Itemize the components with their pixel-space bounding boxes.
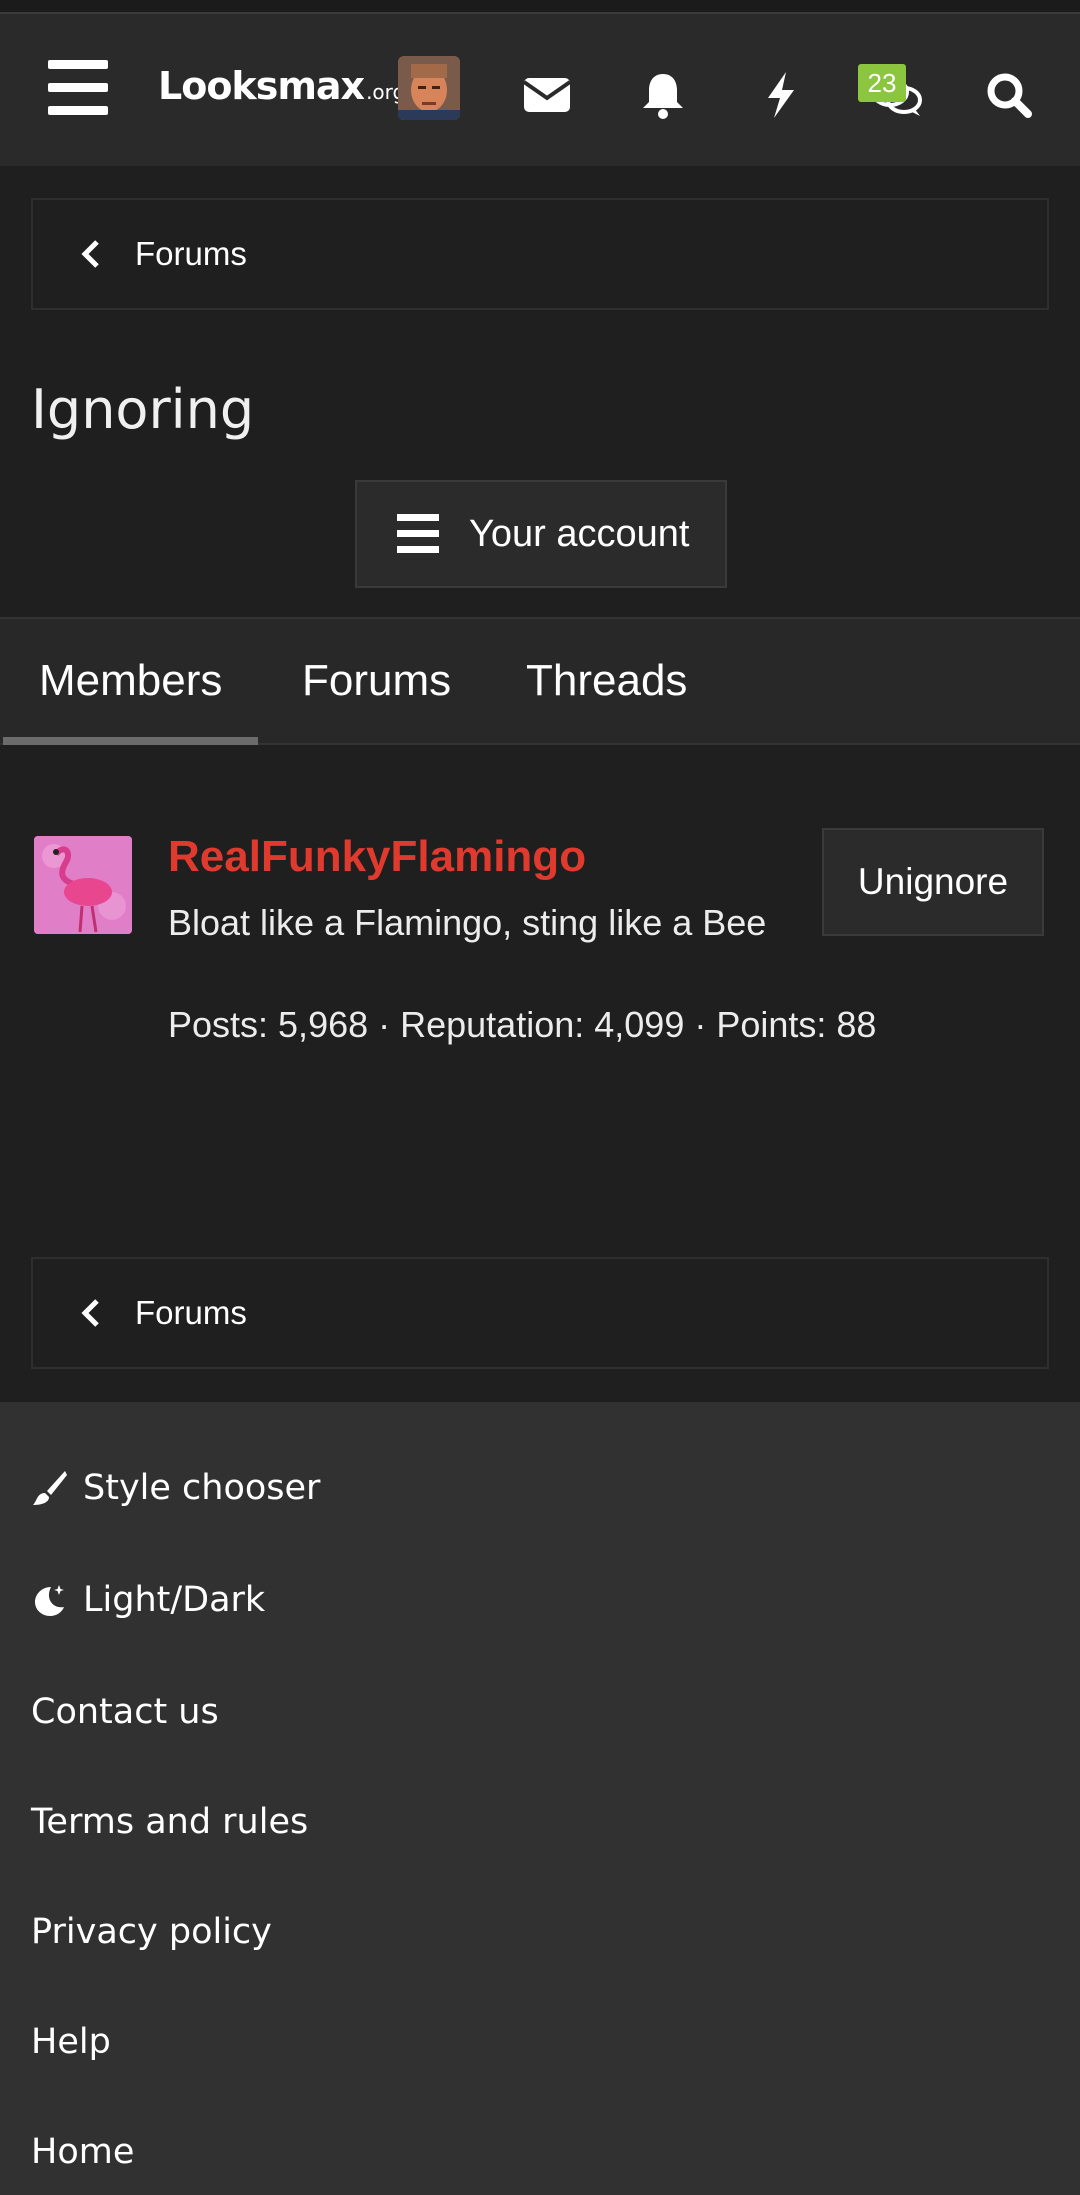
breadcrumb-bottom[interactable]: Forums bbox=[31, 1257, 1049, 1369]
style-chooser-link[interactable]: Style chooser bbox=[31, 1468, 320, 1508]
tab-forums[interactable]: Forums bbox=[302, 619, 451, 743]
chevron-left-icon bbox=[81, 1299, 99, 1327]
terms-and-rules-link[interactable]: Terms and rules bbox=[31, 1802, 308, 1842]
member-username[interactable]: RealFunkyFlamingo bbox=[168, 832, 586, 882]
breadcrumb-label: Forums bbox=[135, 1294, 247, 1331]
tab-threads[interactable]: Threads bbox=[526, 619, 687, 743]
member-bio: Bloat like a Flamingo, sting like a Bee bbox=[168, 902, 767, 943]
tab-members[interactable]: Members bbox=[2, 619, 259, 745]
site-footer: Style chooser Light/Dark Contact us Term… bbox=[0, 1402, 1080, 2195]
top-border bbox=[0, 0, 1080, 14]
home-link[interactable]: Home bbox=[31, 2132, 134, 2172]
tab-bar: Members Forums Threads bbox=[0, 617, 1080, 745]
light-dark-label: Light/Dark bbox=[83, 1580, 266, 1620]
user-avatar[interactable] bbox=[398, 56, 460, 120]
chat-badge[interactable]: 23 bbox=[858, 64, 906, 102]
member-stats: Posts: 5,968 · Reputation: 4,099 · Point… bbox=[168, 1004, 877, 1045]
envelope-icon[interactable] bbox=[522, 70, 572, 120]
search-icon[interactable] bbox=[984, 70, 1034, 120]
member-avatar[interactable] bbox=[34, 836, 132, 934]
menu-icon[interactable] bbox=[48, 60, 108, 116]
help-link[interactable]: Help bbox=[31, 2022, 111, 2062]
contact-us-link[interactable]: Contact us bbox=[31, 1692, 219, 1732]
site-header: Looksmax .org 23 bbox=[0, 14, 1080, 166]
paintbrush-icon bbox=[33, 1471, 67, 1505]
bell-icon[interactable] bbox=[638, 70, 688, 120]
page-title: Ignoring bbox=[31, 378, 255, 441]
menu-icon bbox=[397, 514, 439, 554]
site-logo[interactable]: Looksmax .org bbox=[158, 64, 405, 114]
moon-stars-icon bbox=[35, 1585, 64, 1616]
breadcrumb-label: Forums bbox=[135, 235, 247, 272]
chevron-left-icon bbox=[81, 240, 99, 268]
privacy-policy-link[interactable]: Privacy policy bbox=[31, 1912, 272, 1952]
your-account-button[interactable]: Your account bbox=[355, 480, 727, 588]
breadcrumb-top[interactable]: Forums bbox=[31, 198, 1049, 310]
light-dark-toggle[interactable]: Light/Dark bbox=[31, 1580, 265, 1620]
your-account-label: Your account bbox=[469, 512, 690, 555]
unignore-button[interactable]: Unignore bbox=[822, 828, 1044, 936]
style-chooser-label: Style chooser bbox=[83, 1468, 321, 1508]
logo-main-text: Looksmax bbox=[158, 64, 365, 108]
bolt-icon[interactable] bbox=[756, 70, 806, 120]
